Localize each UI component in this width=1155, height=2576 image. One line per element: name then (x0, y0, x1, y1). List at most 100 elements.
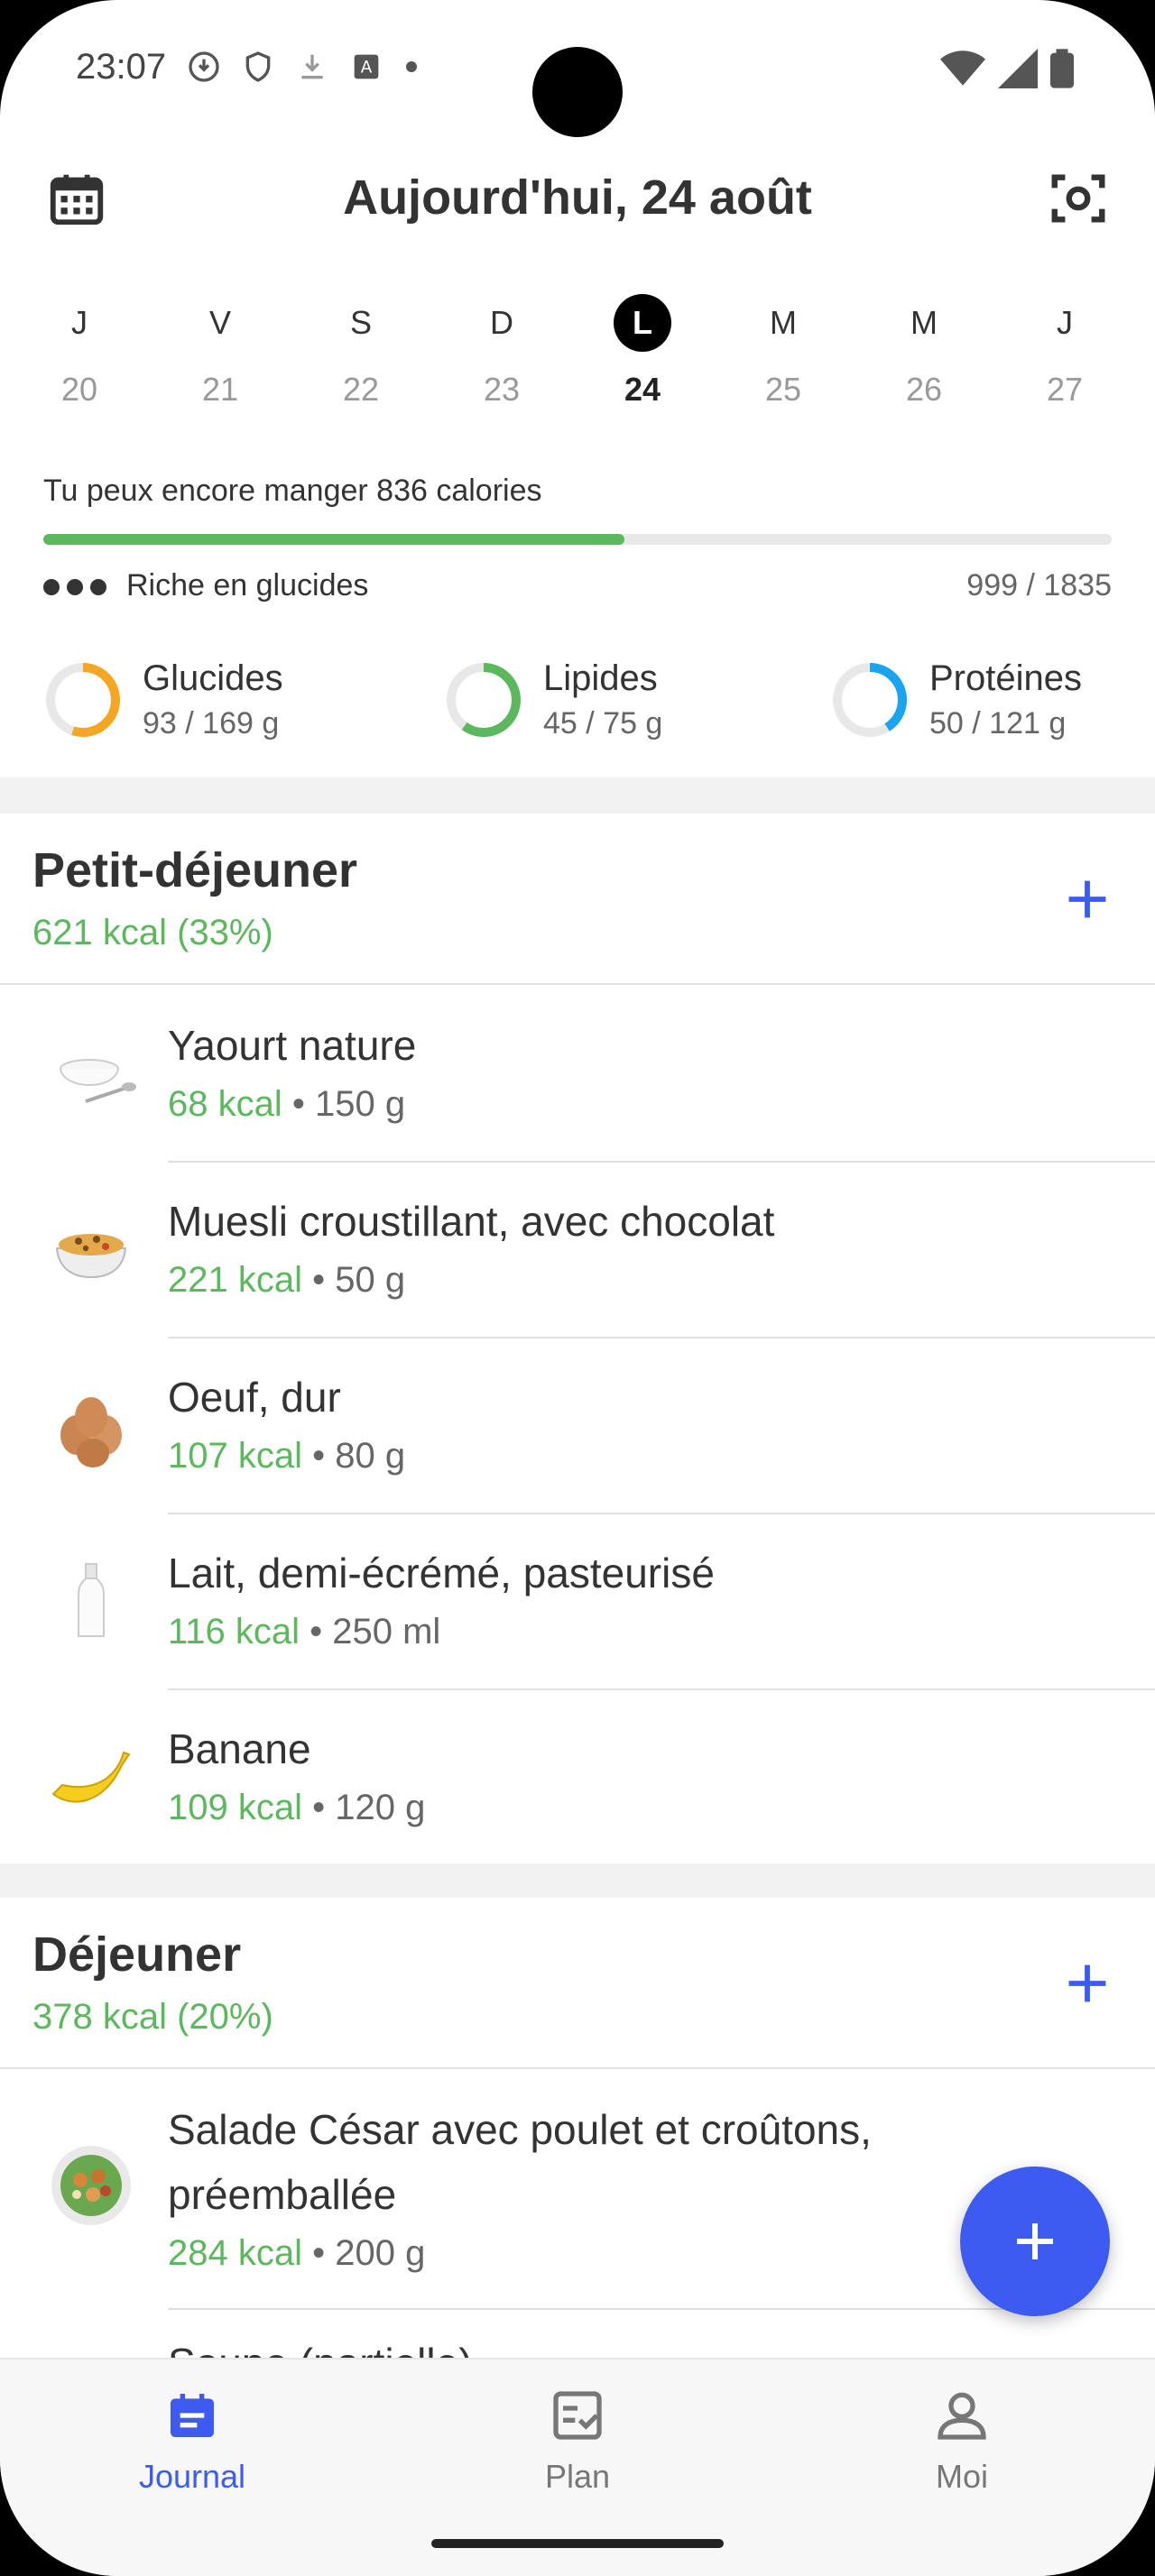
day-item[interactable]: J 27 (1015, 293, 1114, 409)
calorie-ratio: 999 / 1835 (966, 568, 1112, 603)
food-quantity: • 50 g (301, 1260, 406, 1300)
scan-icon (1051, 174, 1105, 223)
food-details: 284 kcal • 200 g (168, 2233, 425, 2274)
macro-name: Glucides (143, 658, 283, 698)
more-dots-icon (43, 579, 106, 596)
food-quantity: • 120 g (301, 1788, 426, 1827)
food-row[interactable]: Lait, demi-écrémé, pasteurisé 116 kcal •… (0, 1514, 1155, 1690)
calorie-progress-fill (43, 534, 625, 545)
meal-kcal: 378 kcal (20%) (32, 1997, 273, 2037)
macro-name: Protéines (929, 658, 1082, 698)
food-kcal: 109 kcal (168, 1788, 302, 1827)
journal-icon (171, 2394, 214, 2437)
day-number: 20 (60, 371, 98, 408)
day-letter: L (614, 294, 671, 352)
food-row[interactable]: Banane 109 kcal • 120 g (0, 1690, 1155, 1863)
day-number: 27 (1046, 371, 1084, 408)
day-item[interactable]: S 22 (311, 293, 411, 409)
svg-text:A: A (361, 59, 373, 78)
home-indicator (431, 2539, 724, 2548)
plan-icon (553, 2391, 602, 2440)
macro-fat[interactable]: Lipides 45 / 75 g (444, 658, 662, 741)
macro-value: 50 / 121 g (929, 706, 1067, 741)
yogurt-icon (42, 1025, 141, 1124)
camera-cutout (532, 47, 623, 137)
egg-icon (42, 1376, 141, 1476)
plus-icon (1068, 1964, 1106, 2002)
sync-icon (189, 51, 219, 82)
food-kcal: 107 kcal (168, 1436, 302, 1476)
add-food-button[interactable] (1056, 1952, 1119, 2015)
calorie-summary[interactable]: Tu peux encore manger 836 calories Riche… (43, 474, 1112, 603)
protein-ring (833, 663, 907, 737)
add-fab-button[interactable] (960, 2167, 1110, 2316)
food-quantity: • 80 g (301, 1436, 406, 1476)
meal-kcal: 621 kcal (33%) (32, 913, 273, 952)
section-separator (0, 777, 1155, 814)
day-letter: M (910, 304, 938, 341)
plus-icon (1017, 2223, 1053, 2259)
carbs-ring (46, 663, 120, 737)
day-number: 25 (764, 371, 802, 408)
day-item-selected[interactable]: L 24 (593, 293, 692, 409)
day-item[interactable]: V 21 (171, 293, 270, 409)
food-quantity: • 200 g (301, 2233, 426, 2273)
section-separator (0, 1863, 1155, 1898)
food-name-line2: préemballée (168, 2171, 397, 2218)
nav-journal[interactable]: Journal (75, 2387, 310, 2496)
macro-value: 45 / 75 g (543, 706, 663, 741)
meal-title: Petit-déjeuner (32, 843, 358, 897)
shield-icon (245, 51, 271, 82)
day-item[interactable]: J 20 (30, 293, 129, 409)
translate-icon: A (354, 54, 379, 79)
food-details: 68 kcal • 150 g (168, 1084, 405, 1125)
macros-row: Glucides 93 / 169 g Lipides 45 / 75 g Prot… (43, 658, 1126, 749)
nav-label: Plan (544, 2458, 611, 2495)
macro-protein[interactable]: Protéines 50 / 121 g (830, 658, 1082, 741)
calorie-progress-bar (43, 534, 1112, 545)
food-details: 116 kcal • 250 ml (168, 1612, 440, 1652)
scan-button[interactable] (1047, 167, 1110, 235)
food-row[interactable]: Oeuf, dur 107 kcal • 80 g (0, 1339, 1155, 1514)
day-item[interactable]: M 26 (874, 293, 974, 409)
food-kcal: 221 kcal (168, 1260, 302, 1300)
status-time: 23:07 (76, 47, 167, 87)
nav-plan[interactable]: Plan (460, 2387, 695, 2496)
day-letter: V (208, 304, 231, 341)
food-kcal: 68 kcal (168, 1084, 282, 1124)
day-letter: J (1057, 304, 1073, 341)
food-row[interactable]: Soupe (partielle) (0, 2310, 1155, 2364)
milk-icon (42, 1552, 141, 1651)
meal-header-breakfast[interactable]: Petit-déjeuner 621 kcal (33%) (0, 814, 1155, 985)
food-row[interactable]: Muesli croustillant, avec chocolat 221 k… (0, 1163, 1155, 1339)
page-title: Aujourd'hui, 24 août (343, 170, 812, 225)
food-row[interactable]: Yaourt nature 68 kcal • 150 g (0, 987, 1155, 1163)
food-name: Salade César avec poulet et croûtons, (168, 2106, 872, 2153)
day-number: 26 (905, 371, 943, 408)
day-letter: D (490, 304, 513, 341)
dot-icon (406, 61, 417, 72)
food-name: Lait, demi-écrémé, pasteurisé (168, 1550, 715, 1596)
status-icons-left: A (186, 49, 420, 85)
day-item[interactable]: D 23 (452, 293, 551, 409)
day-number: 23 (483, 371, 521, 408)
wifi-icon (940, 51, 985, 86)
day-item[interactable]: M 25 (734, 293, 833, 409)
diet-label: Riche en glucides (126, 568, 369, 603)
nav-moi[interactable]: Moi (845, 2387, 1079, 2496)
add-food-button[interactable] (1056, 868, 1119, 931)
status-icons-right (940, 49, 1074, 88)
macro-carbs[interactable]: Glucides 93 / 169 g (43, 658, 283, 741)
food-name: Banane (168, 1725, 311, 1772)
food-details: 109 kcal • 120 g (168, 1788, 425, 1828)
status-bar: 23:07 A (0, 0, 1155, 137)
day-letter: M (770, 304, 797, 341)
food-kcal: 284 kcal (168, 2233, 302, 2273)
salad-icon (42, 2136, 141, 2235)
meal-header-lunch[interactable]: Déjeuner 378 kcal (20%) (0, 1898, 1155, 2069)
food-name: Oeuf, dur (168, 1374, 341, 1421)
battery-icon (1050, 49, 1074, 88)
day-letter: J (71, 304, 88, 341)
food-kcal: 116 kcal (168, 1612, 300, 1651)
macro-value: 93 / 169 g (143, 706, 280, 741)
